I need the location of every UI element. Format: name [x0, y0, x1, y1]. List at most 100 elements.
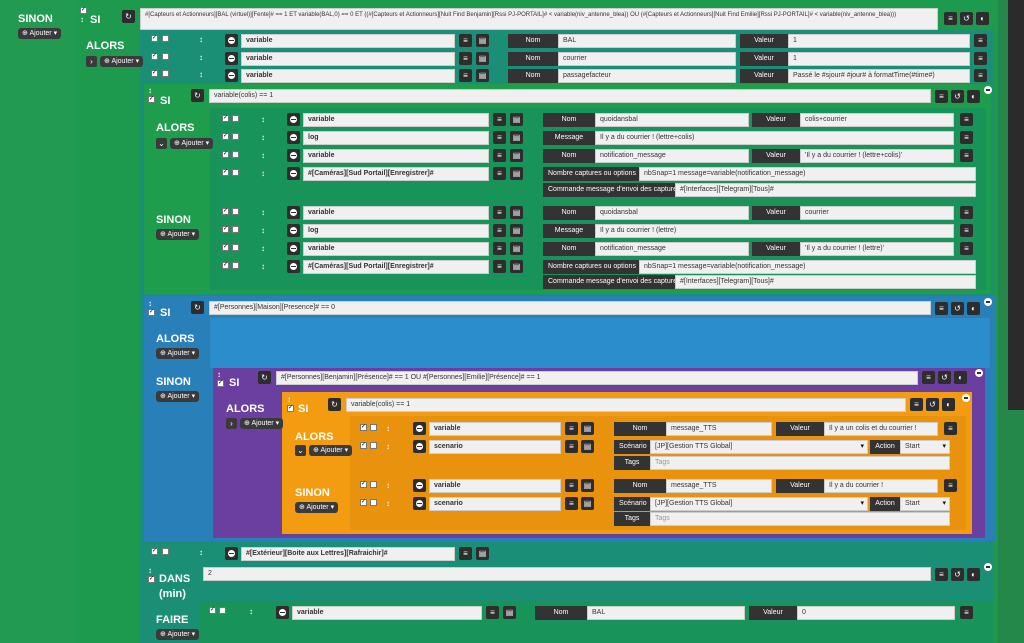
- action-enable-checkbox[interactable]: ✓: [151, 548, 158, 555]
- tts-history-icon[interactable]: ↺: [926, 398, 939, 411]
- action-enable-checkbox[interactable]: ✓: [222, 262, 229, 269]
- inner-alors-ajouter-button[interactable]: Ajouter ▾: [240, 418, 284, 429]
- colis-close-icon[interactable]: [984, 86, 992, 94]
- action-type-field[interactable]: #[Caméras][Sud Portail][Enregistrer]#: [303, 260, 489, 274]
- action-drag-handle[interactable]: ↕: [261, 244, 265, 253]
- action-enable-checkbox[interactable]: ✓: [222, 169, 229, 176]
- action-list-icon[interactable]: ≡: [493, 260, 506, 273]
- action-list-icon[interactable]: ≡: [486, 606, 499, 619]
- remove-action-icon[interactable]: [225, 547, 238, 560]
- action-drag-handle[interactable]: ↕: [199, 70, 203, 79]
- outer-si-copy-icon[interactable]: ◐: [976, 12, 989, 25]
- colis-alors-collapse-button[interactable]: ⌄: [156, 138, 167, 149]
- remove-action-icon[interactable]: [287, 242, 300, 255]
- action-parallel-checkbox[interactable]: [232, 115, 239, 122]
- remove-action-icon[interactable]: [276, 606, 289, 619]
- tags-input[interactable]: Tags: [650, 456, 950, 470]
- nom-field[interactable]: passagefacteur: [558, 69, 736, 83]
- nom-field[interactable]: quoidansbal: [595, 113, 749, 127]
- action-options-icon[interactable]: ▤: [510, 113, 523, 126]
- valeur-field[interactable]: courrier: [800, 206, 954, 220]
- valeur-list-icon[interactable]: ≡: [960, 206, 973, 219]
- valeur-field[interactable]: 1: [788, 34, 970, 48]
- valeur-field[interactable]: 0: [797, 606, 955, 620]
- colis-history-icon[interactable]: ↺: [951, 90, 964, 103]
- action-type-field[interactable]: #[Extérieur][Boite aux Lettres][Rafraich…: [241, 547, 455, 561]
- inner-condition-field[interactable]: #[Personnes][Benjamin][Présence]# == 1 O…: [276, 371, 918, 385]
- nom-field[interactable]: BAL: [558, 34, 736, 48]
- presence-alors-ajouter-button[interactable]: Ajouter ▾: [156, 348, 200, 359]
- action-parallel-checkbox[interactable]: [232, 244, 239, 251]
- action-enable-checkbox[interactable]: ✓: [209, 607, 216, 614]
- action-options-icon[interactable]: ▤: [476, 547, 489, 560]
- action-parallel-checkbox[interactable]: [162, 53, 169, 60]
- action-enable-checkbox[interactable]: ✓: [151, 70, 158, 77]
- valeur-list-icon[interactable]: ≡: [944, 479, 957, 492]
- captures-options-field[interactable]: nbSnap=1 message=variable(notification_m…: [639, 260, 976, 274]
- action-options-icon[interactable]: ▤: [510, 167, 523, 180]
- action-options-icon[interactable]: ▤: [510, 149, 523, 162]
- valeur-field[interactable]: 'Il y a du courrier ! (lettre)': [800, 242, 954, 256]
- action-drag-handle[interactable]: ↕: [261, 226, 265, 235]
- nom-field[interactable]: message_TTS: [666, 479, 772, 493]
- presence-sinon-ajouter-button[interactable]: Ajouter ▾: [156, 391, 200, 402]
- nom-field[interactable]: notification_message: [595, 242, 749, 256]
- remove-action-icon[interactable]: [225, 34, 238, 47]
- action-list-icon[interactable]: ≡: [565, 440, 578, 453]
- action-drag-handle[interactable]: ↕: [261, 208, 265, 217]
- dans-close-icon[interactable]: [984, 563, 992, 571]
- colis-list-icon[interactable]: ≡: [935, 90, 948, 103]
- capture-command-field[interactable]: #[Interfaces][Telegram][Tous]#: [675, 183, 976, 197]
- action-type-field[interactable]: variable: [303, 206, 489, 220]
- presence-si-checkbox[interactable]: ✓: [148, 309, 155, 316]
- presence-drag-handle[interactable]: ↕: [148, 299, 152, 308]
- presence-list-icon[interactable]: ≡: [935, 302, 948, 315]
- remove-action-icon[interactable]: [413, 479, 426, 492]
- action-options-icon[interactable]: ▤: [476, 52, 489, 65]
- action-type-field[interactable]: #[Caméras][Sud Portail][Enregistrer]#: [303, 167, 489, 181]
- action-drag-handle[interactable]: ↕: [261, 151, 265, 160]
- action-list-icon[interactable]: ≡: [493, 224, 506, 237]
- valeur-list-icon[interactable]: ≡: [960, 113, 973, 126]
- inner-list-icon[interactable]: ≡: [922, 371, 935, 384]
- nom-field[interactable]: message_TTS: [666, 422, 772, 436]
- tts-drag-handle[interactable]: ↕: [287, 395, 291, 404]
- action-enable-checkbox[interactable]: ✓: [222, 133, 229, 140]
- refresh-icon[interactable]: ↻: [328, 398, 341, 411]
- action-drag-handle[interactable]: ↕: [199, 35, 203, 44]
- action-drag-handle[interactable]: ↕: [386, 442, 390, 451]
- action-enable-checkbox[interactable]: ✓: [151, 53, 158, 60]
- action-parallel-checkbox[interactable]: [232, 169, 239, 176]
- scenario-select[interactable]: [JP][Gestion TTS Global]: [650, 440, 868, 454]
- colis-si-checkbox[interactable]: ✓: [148, 96, 155, 103]
- remove-action-icon[interactable]: [287, 113, 300, 126]
- action-type-field[interactable]: variable: [241, 34, 455, 48]
- refresh-icon[interactable]: ↻: [122, 10, 135, 23]
- action-drag-handle[interactable]: ↕: [386, 481, 390, 490]
- valeur-field[interactable]: Passé le #sjour# #jour# à formatTime(#ti…: [788, 69, 970, 83]
- dans-checkbox[interactable]: ✓: [148, 576, 155, 583]
- action-list-icon[interactable]: ≡: [565, 479, 578, 492]
- outer-si-drag-handle[interactable]: ↕: [80, 15, 84, 24]
- action-enable-checkbox[interactable]: ✓: [222, 208, 229, 215]
- remove-action-icon[interactable]: [287, 149, 300, 162]
- dans-copy-icon[interactable]: ◐: [967, 568, 980, 581]
- action-list-icon[interactable]: ≡: [493, 206, 506, 219]
- outer-si-checkbox[interactable]: ✓: [80, 7, 87, 14]
- remove-action-icon[interactable]: [413, 440, 426, 453]
- action-enable-checkbox[interactable]: ✓: [222, 151, 229, 158]
- action-enable-checkbox[interactable]: ✓: [360, 481, 367, 488]
- message-field[interactable]: Il y a du courrier ! (lettre+colis): [595, 131, 954, 145]
- action-parallel-checkbox[interactable]: [232, 208, 239, 215]
- action-type-field[interactable]: variable: [303, 113, 489, 127]
- action-options-icon[interactable]: ▤: [476, 69, 489, 82]
- presence-condition-field[interactable]: #[Personnes][Maison][Presence]# == 0: [209, 301, 931, 315]
- action-options-icon[interactable]: ▤: [581, 422, 594, 435]
- action-type-field[interactable]: variable: [429, 479, 561, 493]
- presence-copy-icon[interactable]: ◐: [967, 302, 980, 315]
- tts-sinon-ajouter-button[interactable]: Ajouter ▾: [295, 502, 339, 513]
- tts-copy-icon[interactable]: ◐: [942, 398, 955, 411]
- remove-action-icon[interactable]: [413, 497, 426, 510]
- action-parallel-checkbox[interactable]: [232, 226, 239, 233]
- action-type-field[interactable]: log: [303, 224, 489, 238]
